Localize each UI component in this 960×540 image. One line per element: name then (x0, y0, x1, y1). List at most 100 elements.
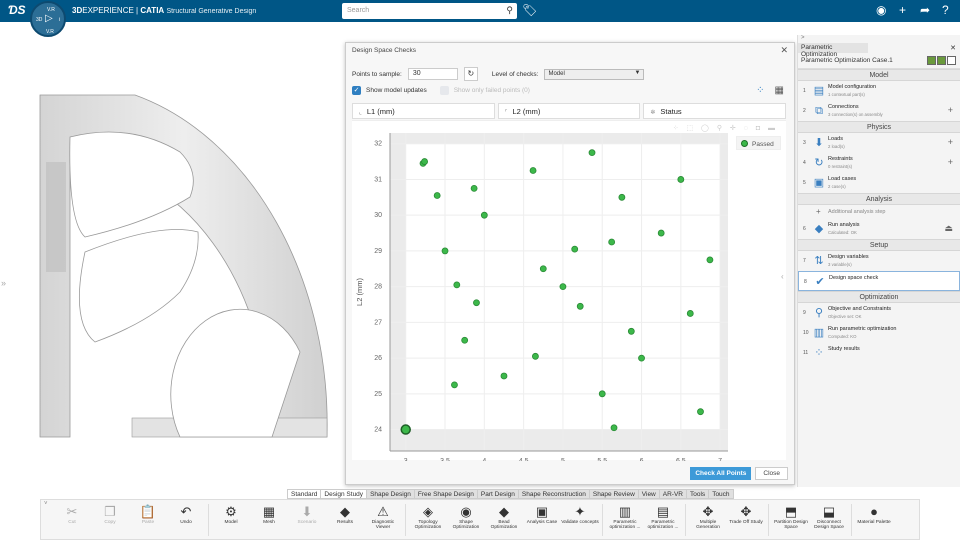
level-of-checks-select[interactable]: Model (544, 68, 645, 80)
plot-toolbar[interactable]: ⁘ ⬚ ◯ ⚲ ✛ ◌ ◘ ▬ (673, 124, 778, 132)
x-tick-label: 4.5 (519, 458, 529, 461)
step-model-config[interactable]: 1 ▤ Model configuration 1 contextual par… (798, 81, 960, 101)
trade-off-study-button[interactable]: ✥ Trade Off Study (727, 500, 765, 525)
copy-icon: ❐ (104, 504, 116, 519)
help-icon[interactable]: ? (942, 3, 949, 17)
add-step-icon[interactable]: ⏏ (944, 223, 953, 234)
tab-design-study[interactable]: Design Study (321, 489, 368, 499)
parametric-optimization-button[interactable]: ▤ Parametric optimization ... (644, 500, 682, 530)
multiple-generation-button[interactable]: ✥ Multiple Generation (689, 500, 727, 530)
scatter-plot[interactable]: ⁘ ⬚ ◯ ⚲ ✛ ◌ ◘ ▬ 3 3.5 4 4.5 5 5.5 6 6.5 7 24 25 26 2… (352, 120, 786, 477)
x-axis-field[interactable]: ⌞ L1 (mm) (352, 103, 495, 119)
play-icon[interactable]: ▷ (45, 13, 53, 24)
tab-tools[interactable]: Tools (687, 489, 710, 499)
tab-standard[interactable]: Standard (287, 489, 322, 499)
refresh-button[interactable]: ↻ (463, 67, 478, 81)
step-study-results[interactable]: 11 ⁘ Study results (798, 343, 960, 363)
tab-shape-review[interactable]: Shape Review (589, 489, 639, 499)
step-design-space-check[interactable]: 8 ✔ Design space check (798, 271, 960, 291)
bound-band-left (390, 133, 406, 451)
check-all-points-button[interactable]: Check All Points (690, 467, 752, 480)
results-button[interactable]: ◆ Results (326, 500, 364, 525)
partition-design-space-button[interactable]: ⬒ Partition Design Space (772, 500, 810, 530)
bound-band-right (720, 133, 728, 451)
paste-button[interactable]: 📋 Paste (129, 500, 167, 525)
panel-close-icon[interactable]: ✕ (950, 44, 956, 52)
tag-icon[interactable]: 🏷 (522, 3, 537, 17)
mesh-icon: ▦ (262, 504, 276, 519)
mesh-button[interactable]: ▦ Mesh (250, 500, 288, 525)
show-model-updates-checkbox[interactable]: ✓ (352, 86, 361, 95)
tab-ar-vr[interactable]: AR-VR (659, 489, 687, 499)
scatter-view-icon[interactable]: ⁘ (756, 85, 764, 96)
points-to-sample-input[interactable]: 30 (407, 68, 458, 80)
additional-analysis-step[interactable]: + Additional analysis step (798, 205, 960, 219)
diagnostic-viewer-button[interactable]: ⚠ Diagnostic Viewer (364, 500, 402, 530)
step-loads[interactable]: 3 ⬇ Loads 2 load(s) + (798, 133, 960, 153)
tab-shape-reconstruction[interactable]: Shape Reconstruction (518, 489, 590, 499)
model-icon: ⚙ (225, 504, 237, 519)
tab-free-shape-design[interactable]: Free Shape Design (414, 489, 478, 499)
level-label: Level of checks: (491, 70, 539, 78)
scenario-button[interactable]: ⬇ Scenario (288, 500, 326, 525)
add-step-icon[interactable]: + (948, 137, 953, 147)
panel-expand-icon[interactable]: > (798, 35, 960, 43)
section-analysis: Analysis (798, 193, 960, 205)
material-palette-button[interactable]: ● Material Palette (855, 500, 893, 525)
collapse-panel-icon[interactable]: ‹ (781, 272, 784, 281)
data-point (657, 229, 665, 237)
search-input[interactable]: Search ⚲ (342, 3, 517, 19)
trade-off-study-icon: ✥ (740, 504, 752, 519)
undo-icon: ↶ (180, 504, 192, 519)
collapse-toolbar-icon[interactable]: ˅ (44, 501, 48, 507)
close-button[interactable]: Close (755, 467, 788, 480)
undo-button[interactable]: ↶ Undo (167, 500, 205, 525)
shape-optimization-button[interactable]: ◉ Shape Optimization (447, 500, 485, 530)
step-connections[interactable]: 2 ⧉ Connections 3 connection(s) on assem… (798, 101, 960, 121)
case-list-icon[interactable] (947, 56, 956, 65)
case-results-icon[interactable] (937, 56, 946, 65)
paste-icon: 📋 (139, 504, 157, 519)
model-button[interactable]: ⚙ Model (212, 500, 250, 525)
validate-concepts-button[interactable]: ✦ Validate concepts (561, 500, 599, 525)
table-view-icon[interactable]: ▦ (775, 85, 784, 96)
step-run-analysis[interactable]: 6 ◆ Run analysis Calculated: OK ⏏ (798, 219, 960, 239)
cut-button[interactable]: ✂ Cut (53, 500, 91, 525)
3d-viewer[interactable]: » (0, 22, 345, 487)
step-objective[interactable]: 9 ⚲ Objective and Constraints Objective … (798, 303, 960, 323)
study-results-icon: ⁘ (814, 347, 824, 359)
compass-icon[interactable]: V.R 3D ▷ i V.R (30, 1, 66, 37)
add-step-icon[interactable]: + (948, 157, 953, 167)
expand-left-icon[interactable]: » (1, 278, 6, 288)
color-field[interactable]: ✲ Status (643, 103, 787, 119)
analysis-case-icon: ▣ (535, 504, 549, 519)
step-restraints[interactable]: 4 ↻ Restraints 0 restraint(s) + (798, 153, 960, 173)
step-load-cases[interactable]: 5 ▣ Load cases 2 case(s) (798, 173, 960, 193)
bead-optimization-button[interactable]: ◆ Bead Optimization (485, 500, 523, 530)
analysis-case-button[interactable]: ▣ Analysis Case (523, 500, 561, 525)
step-design-variables[interactable]: 7 ⇅ Design variables 3 variable(s) (798, 251, 960, 271)
close-icon[interactable]: ✕ (780, 45, 788, 56)
disconnect-design-space-button[interactable]: ⬓ Disconnect Design Space (810, 500, 848, 530)
show-failed-checkbox[interactable] (439, 86, 449, 95)
ds-logo-icon[interactable]: ƊS (8, 3, 26, 17)
tab-touch[interactable]: Touch (709, 489, 734, 499)
step-run-optimization[interactable]: 10 ▥ Run parametric optimization Compute… (798, 323, 960, 343)
tab-view[interactable]: View (638, 489, 660, 499)
copy-button[interactable]: ❐ Copy (91, 500, 129, 525)
tab-shape-design[interactable]: Shape Design (367, 489, 415, 499)
case-image-icon[interactable] (927, 56, 936, 65)
share-icon[interactable]: ➦ (920, 3, 930, 17)
add-step-icon[interactable]: + (948, 105, 953, 115)
tab-part-design[interactable]: Part Design (477, 489, 519, 499)
y-tick-label: 26 (374, 355, 382, 362)
add-icon[interactable]: + (899, 3, 906, 17)
y-axis-field[interactable]: ⌜ L2 (mm) (497, 103, 641, 119)
x-tick-label: 7 (718, 458, 722, 461)
search-icon[interactable]: ⚲ (506, 5, 513, 16)
parametric-optimization-button[interactable]: ▥ Parametric optimization ... (606, 500, 644, 530)
topology-optimization-button[interactable]: ◈ Topology Optimization (409, 500, 447, 530)
part-model[interactable] (0, 22, 345, 487)
case-name[interactable]: Parametric Optimization Case.1 (798, 53, 960, 69)
user-icon[interactable]: ◉ (876, 3, 886, 17)
